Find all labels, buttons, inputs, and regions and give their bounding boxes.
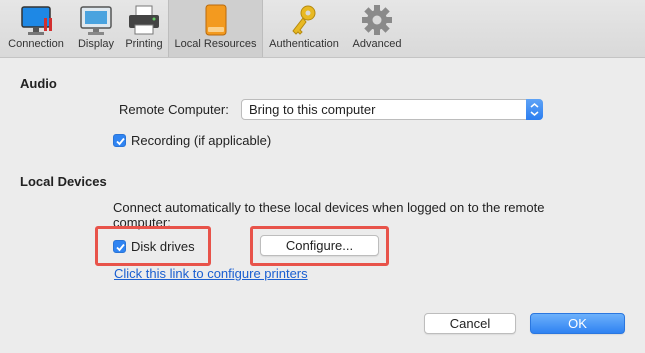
ok-button[interactable]: OK: [530, 313, 625, 334]
checkmark-icon: [116, 243, 125, 252]
tab-label: Authentication: [269, 38, 339, 50]
tab-advanced[interactable]: Advanced: [346, 0, 408, 57]
chevron-updown-icon: [530, 103, 539, 116]
recording-label: Recording (if applicable): [131, 133, 272, 148]
configure-printers-link[interactable]: Click this link to configure printers: [114, 266, 308, 281]
tab-label: Display: [77, 38, 115, 50]
tab-printing[interactable]: Printing: [120, 0, 168, 57]
remote-computer-value: Bring to this computer: [249, 102, 376, 117]
disk-drives-checkbox[interactable]: [113, 240, 126, 253]
tab-local-resources[interactable]: Local Resources: [168, 0, 263, 57]
drive-icon: [205, 4, 226, 36]
tab-authentication[interactable]: Authentication: [262, 0, 346, 57]
tab-label: Advanced: [352, 38, 402, 50]
printer-icon: [129, 5, 159, 35]
remote-computer-select[interactable]: Bring to this computer: [241, 99, 543, 120]
checkmark-icon: [116, 137, 125, 146]
remote-computer-label: Remote Computer:: [119, 102, 229, 117]
tab-display[interactable]: Display: [72, 0, 120, 57]
local-devices-heading: Local Devices: [20, 174, 107, 189]
cancel-button[interactable]: Cancel: [424, 313, 516, 334]
monitor-connection-icon: [21, 6, 52, 35]
disk-drives-label: Disk drives: [131, 239, 195, 254]
key-icon: [292, 5, 316, 35]
tab-label: Local Resources: [174, 38, 257, 50]
tab-label: Connection: [8, 38, 64, 50]
display-icon: [80, 6, 112, 35]
devices-description: Connect automatically to these local dev…: [113, 200, 545, 215]
tab-label: Printing: [125, 38, 163, 50]
configure-button[interactable]: Configure...: [260, 235, 379, 256]
audio-heading: Audio: [20, 76, 57, 91]
preferences-toolbar: Connection Display Printing Local Resour…: [0, 0, 645, 58]
tab-connection[interactable]: Connection: [0, 0, 72, 57]
recording-checkbox[interactable]: [113, 134, 126, 147]
select-stepper: [526, 99, 543, 120]
gear-icon: [362, 5, 392, 35]
